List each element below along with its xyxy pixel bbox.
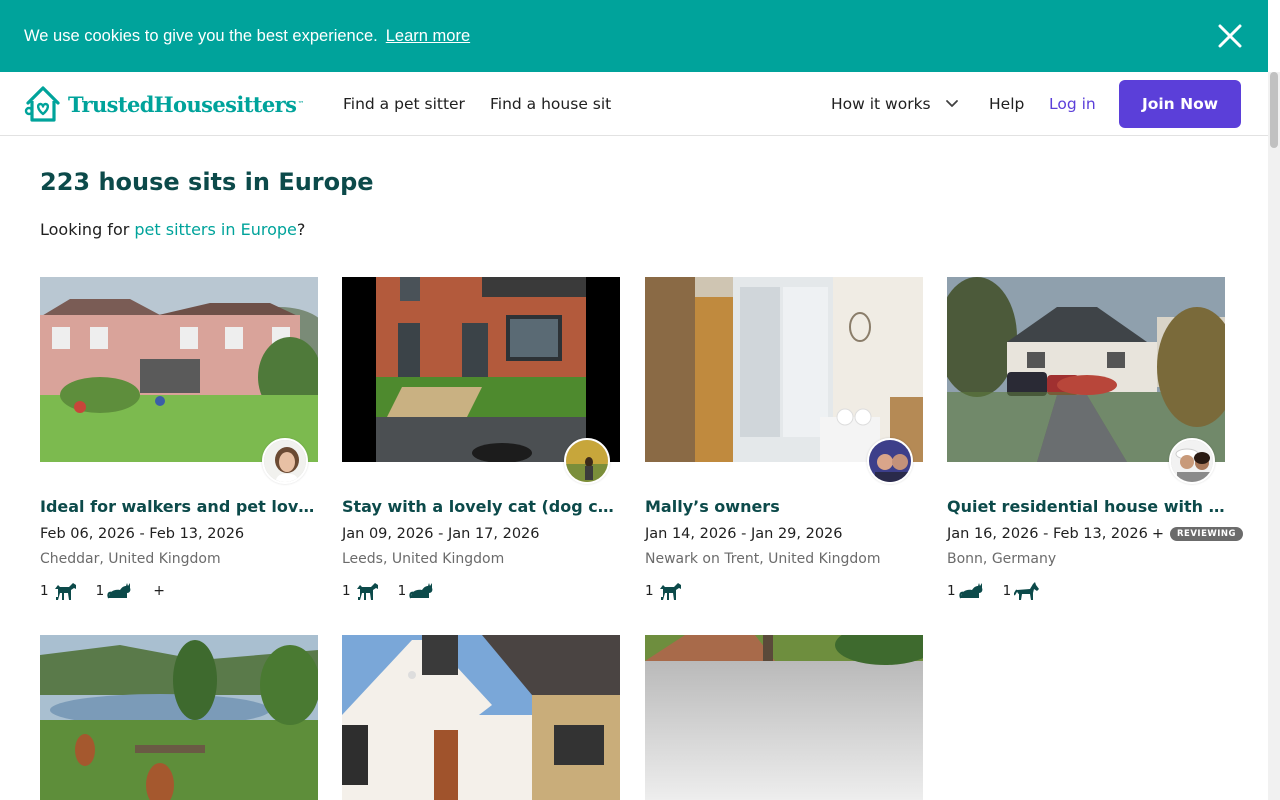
more-pets-indicator: +	[153, 583, 165, 599]
nav-help[interactable]: Help	[989, 72, 1024, 136]
listing-dates: Jan 09, 2026 - Jan 17, 2026	[342, 526, 540, 542]
listing-photo[interactable]	[645, 277, 923, 484]
listing-card[interactable]: Mally’s owners Jan 14, 2026 - Jan 29, 20…	[645, 277, 923, 600]
listing-title[interactable]: Stay with a lovely cat (dog coming soon)	[342, 497, 620, 516]
horse-icon	[1014, 582, 1040, 600]
pet-count: 1	[947, 583, 956, 599]
avatar	[262, 438, 308, 484]
logo-trademark: ™	[297, 100, 305, 108]
listing-location: Cheddar, United Kingdom	[40, 551, 221, 567]
site-header: TrustedHousesitters ™ Find a pet sitter …	[0, 72, 1268, 136]
cat-icon	[958, 583, 982, 599]
join-now-button[interactable]: Join Now	[1119, 80, 1241, 128]
listing-photo[interactable]	[40, 277, 318, 484]
prompt-suffix: ?	[296, 220, 306, 239]
pet-list: 1	[645, 581, 701, 601]
pet-count: 1	[1002, 583, 1012, 599]
cookie-banner: We use cookies to give you the best expe…	[0, 0, 1268, 72]
avatar	[1169, 438, 1215, 484]
pet-item: 1	[645, 581, 683, 601]
listing-photo[interactable]	[342, 635, 620, 800]
listing-photo[interactable]	[947, 277, 1225, 484]
cat-icon	[409, 583, 433, 599]
listing-card[interactable]	[40, 635, 318, 800]
page-title: 223 house sits in Europe	[40, 168, 374, 196]
avatar	[564, 438, 610, 484]
dog-icon	[54, 583, 76, 600]
pet-list: 1 1	[342, 581, 453, 601]
listing-photo[interactable]	[645, 635, 923, 800]
listing-dates-text: Jan 16, 2026 - Feb 13, 2026	[947, 526, 1148, 542]
pet-count: 1	[645, 583, 654, 599]
listing-dates: Jan 14, 2026 - Jan 29, 2026	[645, 526, 843, 542]
nav-how-it-works[interactable]: How it works	[831, 72, 959, 136]
listing-dates: Jan 16, 2026 - Feb 13, 2026 + REVIEWING	[947, 526, 1244, 542]
pet-count: 1	[95, 583, 105, 599]
status-badge: REVIEWING	[1170, 527, 1244, 541]
avatar	[867, 438, 913, 484]
prompt-prefix: Looking for	[40, 220, 135, 239]
listing-photo[interactable]	[40, 635, 318, 800]
listing-location: Newark on Trent, United Kingdom	[645, 551, 881, 567]
cat-icon	[107, 583, 131, 599]
pet-count: 1	[40, 583, 49, 599]
cookie-text: We use cookies to give you the best expe…	[24, 26, 378, 45]
logo[interactable]: TrustedHousesitters ™	[24, 82, 304, 126]
pet-sitters-link[interactable]: pet sitters in Europe	[134, 220, 296, 239]
listing-title[interactable]: Ideal for walkers and pet lovers	[40, 497, 318, 516]
listing-title[interactable]: Mally’s owners	[645, 497, 923, 516]
listing-card[interactable]: Quiet residential house with cuddly pets…	[947, 277, 1244, 600]
dog-icon	[356, 583, 378, 600]
pet-item: 1	[96, 581, 134, 601]
more-dates-indicator: +	[1151, 526, 1164, 542]
page-scrollbar[interactable]	[1268, 72, 1280, 800]
pet-item: 1	[1003, 581, 1041, 601]
nav-how-it-works-label: How it works	[831, 95, 931, 113]
listing-card[interactable]	[645, 635, 923, 800]
nav-login[interactable]: Log in	[1049, 72, 1096, 136]
scrollbar-thumb[interactable]	[1270, 72, 1278, 148]
pet-count: 1	[342, 583, 351, 599]
listing-photo[interactable]	[342, 277, 620, 484]
cookie-learn-more-link[interactable]: Learn more	[386, 27, 470, 46]
nav-find-pet-sitter[interactable]: Find a pet sitter	[343, 72, 465, 136]
logo-text: TrustedHousesitters	[68, 91, 297, 117]
pet-list: 1 1	[947, 581, 1058, 601]
pet-item: 1	[40, 581, 78, 601]
listing-card[interactable]	[342, 635, 620, 800]
pet-sitters-prompt: Looking for pet sitters in Europe?	[40, 220, 305, 239]
listing-dates-text: Feb 06, 2026 - Feb 13, 2026	[40, 526, 245, 542]
pet-item: 1	[947, 581, 985, 601]
close-icon[interactable]	[1218, 24, 1242, 48]
listing-title[interactable]: Quiet residential house with cuddly pets	[947, 497, 1225, 516]
pet-list: 1 1 +	[40, 581, 165, 601]
listing-dates: Feb 06, 2026 - Feb 13, 2026	[40, 526, 244, 542]
nav-find-house-sit[interactable]: Find a house sit	[490, 72, 611, 136]
listing-card[interactable]: Ideal for walkers and pet lovers Feb 06,…	[40, 277, 318, 600]
dog-icon	[659, 583, 681, 600]
pet-item: 1	[342, 581, 380, 601]
house-heart-logo-icon	[24, 86, 60, 122]
listing-dates-text: Jan 14, 2026 - Jan 29, 2026	[645, 526, 843, 542]
chevron-down-icon	[945, 99, 959, 109]
listing-location: Leeds, United Kingdom	[342, 551, 505, 567]
pet-item: 1	[398, 581, 436, 601]
listing-dates-text: Jan 09, 2026 - Jan 17, 2026	[342, 526, 540, 542]
pet-count: 1	[397, 583, 407, 599]
listing-card[interactable]: Stay with a lovely cat (dog coming soon)…	[342, 277, 620, 600]
listing-location: Bonn, Germany	[947, 551, 1057, 567]
